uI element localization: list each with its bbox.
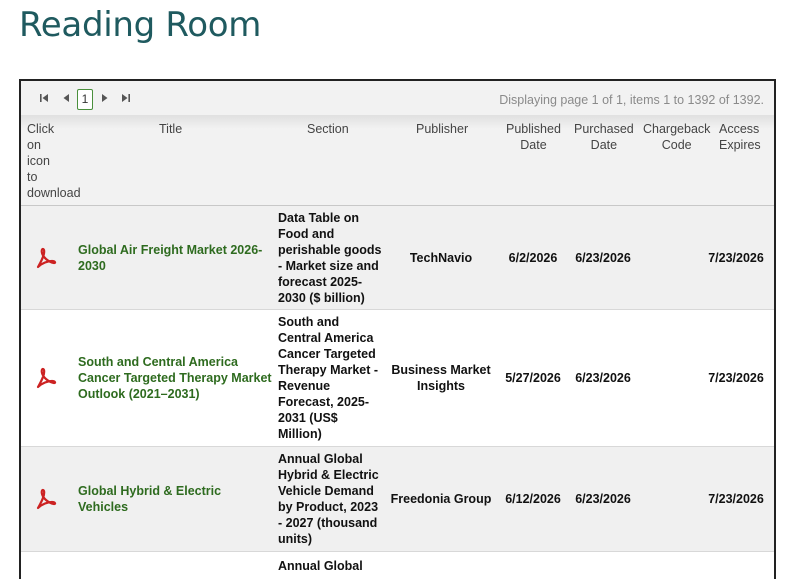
row-publisher: Freedonia Group bbox=[390, 492, 492, 506]
pdf-download-icon[interactable] bbox=[33, 310, 57, 446]
row-section: Data Table on Food and perishable goods - M… bbox=[278, 210, 382, 305]
reading-room-grid: 1 Displaying page 1 of 1, items 1 to 139… bbox=[19, 79, 776, 579]
pdf-download-icon[interactable] bbox=[33, 206, 57, 309]
row-section: South and Central America Cancer Targeted T… bbox=[278, 315, 379, 441]
prev-page-icon[interactable] bbox=[62, 81, 70, 115]
col-header-published-date[interactable]: Published Date bbox=[506, 121, 561, 153]
row-access-expires: 7/23/2026 bbox=[708, 371, 764, 385]
row-title-link[interactable]: South and Central America Cancer Targeted… bbox=[78, 310, 273, 446]
row-purchased-date: 6/23/2026 bbox=[575, 371, 631, 385]
row-access-expires: 7/23/2026 bbox=[708, 250, 764, 265]
first-page-icon[interactable] bbox=[39, 81, 49, 115]
next-page-icon[interactable] bbox=[101, 81, 109, 115]
current-page-box[interactable]: 1 bbox=[77, 89, 93, 110]
row-published-date: 6/12/2026 bbox=[505, 492, 561, 506]
page-title: Reading Room bbox=[19, 5, 262, 45]
row-published-date: 6/2/2026 bbox=[508, 250, 558, 265]
column-header-row: Click on icon to download Title Section Publ… bbox=[21, 115, 774, 206]
col-header-chargeback-code[interactable]: Chargeback Code bbox=[643, 121, 710, 153]
row-section: Annual Global bbox=[278, 559, 363, 573]
col-header-download: Click on icon to download bbox=[27, 122, 81, 200]
col-header-title[interactable]: Title bbox=[159, 121, 182, 137]
row-purchased-date: 6/23/2026 bbox=[575, 250, 631, 265]
col-header-access-expires[interactable]: Access Expires bbox=[719, 121, 761, 153]
row-publisher: TechNavio bbox=[409, 250, 473, 265]
pager-toolbar: 1 Displaying page 1 of 1, items 1 to 139… bbox=[21, 81, 774, 115]
row-section: Annual Global Hybrid & Electric Vehicle De… bbox=[278, 452, 379, 546]
row-publisher: Business Market Insights bbox=[391, 363, 491, 393]
col-header-section[interactable]: Section bbox=[307, 121, 349, 137]
col-header-purchased-date[interactable]: Purchased Date bbox=[574, 121, 634, 153]
row-title-link[interactable]: Global Hybrid & Electric Vehicles bbox=[78, 447, 273, 551]
pdf-download-icon[interactable] bbox=[33, 447, 57, 551]
col-header-publisher[interactable]: Publisher bbox=[416, 121, 468, 137]
table-row: Global Hybrid & Electric Vehicles Annual… bbox=[21, 447, 774, 552]
table-row: South and Central America Cancer Targeted… bbox=[21, 310, 774, 447]
last-page-icon[interactable] bbox=[121, 81, 131, 115]
row-published-date: 5/27/2026 bbox=[505, 371, 561, 385]
table-row: Annual Global bbox=[21, 552, 774, 579]
row-access-expires: 7/23/2026 bbox=[708, 492, 764, 506]
pager-info: Displaying page 1 of 1, items 1 to 1392 … bbox=[499, 93, 764, 107]
row-purchased-date: 6/23/2026 bbox=[575, 492, 631, 506]
table-row: Global Air Freight Market 2026- 2030 Data… bbox=[21, 206, 774, 310]
row-title-link[interactable]: Global Air Freight Market 2026- 2030 bbox=[78, 206, 268, 309]
